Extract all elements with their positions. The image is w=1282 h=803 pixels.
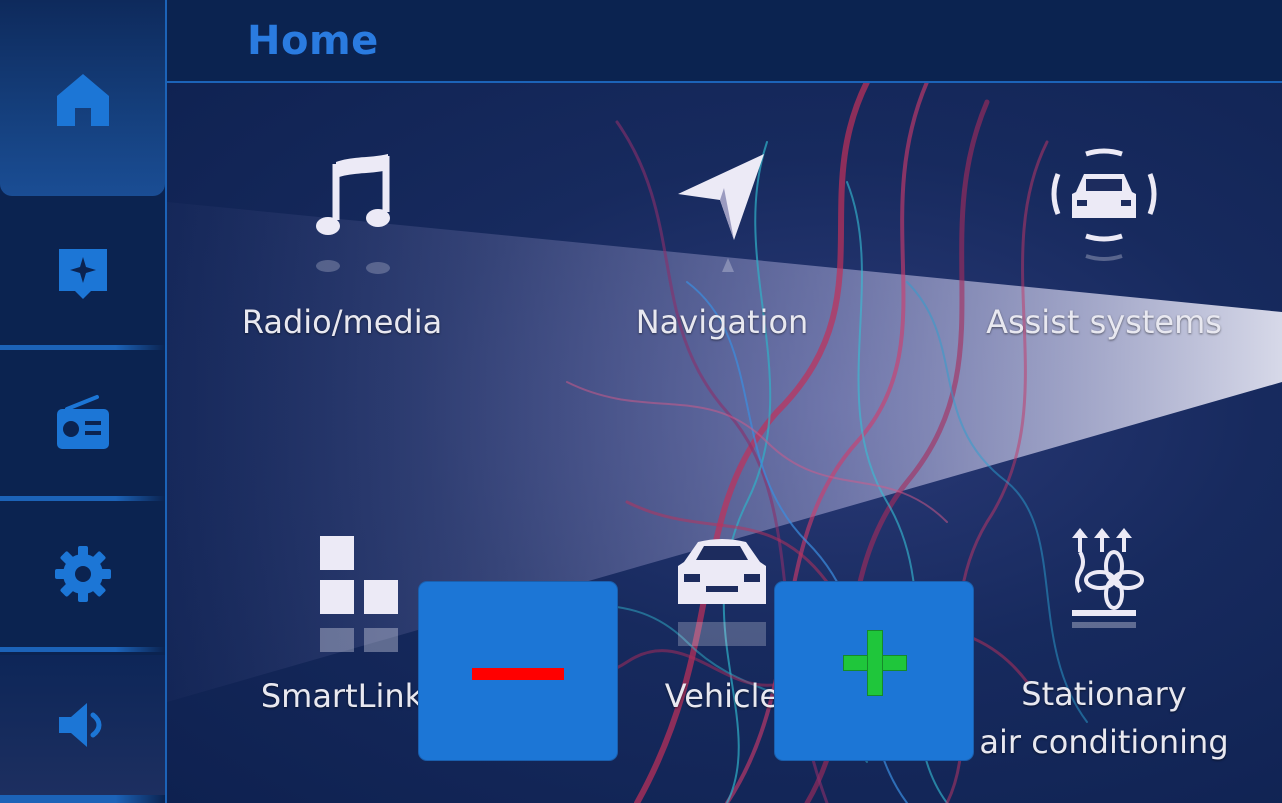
tile-navigation[interactable]: Navigation xyxy=(602,148,842,346)
gear-icon xyxy=(54,545,111,602)
tile-label: SmartLink xyxy=(260,677,424,715)
infotainment-screen: Home Radio/media Navigation Assist syste… xyxy=(0,0,1282,803)
radio-icon xyxy=(56,394,109,449)
tile-label-line1: Stationary xyxy=(1021,675,1187,713)
navigation-arrow-icon xyxy=(678,154,764,272)
sidebar xyxy=(0,0,167,803)
sidebar-item-radio[interactable] xyxy=(0,350,165,495)
star-badge-icon xyxy=(58,248,107,299)
heating-fan-icon xyxy=(1072,528,1144,628)
sidebar-item-favorites[interactable] xyxy=(0,200,165,345)
music-note-icon xyxy=(316,154,390,274)
sidebar-divider xyxy=(0,795,165,803)
tile-label: Navigation xyxy=(635,303,809,341)
home-icon xyxy=(56,74,109,126)
tile-assist-systems[interactable]: Assist systems xyxy=(982,148,1226,346)
tile-label: Vehicle xyxy=(664,677,780,715)
speaker-icon xyxy=(58,703,101,747)
sidebar-item-volume[interactable] xyxy=(0,655,165,795)
tile-label-line2: air conditioning xyxy=(979,723,1229,761)
zoom-out-button[interactable] xyxy=(419,582,617,760)
zoom-in-button[interactable] xyxy=(775,582,973,760)
tile-radio-media[interactable]: Radio/media xyxy=(222,148,462,346)
sidebar-item-settings[interactable] xyxy=(0,501,165,646)
smartlink-blocks-icon xyxy=(320,536,398,652)
sidebar-divider xyxy=(0,647,165,652)
tile-label: Assist systems xyxy=(986,303,1222,341)
header-bar: Home xyxy=(167,0,1282,83)
sidebar-item-home[interactable] xyxy=(0,0,165,196)
assist-car-icon xyxy=(1051,148,1157,261)
tile-label: Radio/media xyxy=(241,303,443,341)
tile-stationary-air-conditioning[interactable]: Stationary air conditioning xyxy=(970,522,1238,766)
page-title: Home xyxy=(247,18,379,64)
minus-icon xyxy=(472,668,564,680)
car-front-icon xyxy=(678,539,766,646)
